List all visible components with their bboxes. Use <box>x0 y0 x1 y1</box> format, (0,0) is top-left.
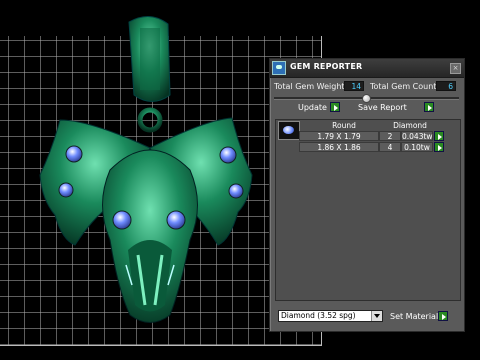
set-material-label: Set Material <box>390 312 439 321</box>
gem-weight: 0.10tw <box>401 142 433 152</box>
table-row[interactable]: 1.86 X 1.86 4 0.10tw <box>299 142 455 152</box>
save-report-button[interactable]: Save Report <box>358 102 436 113</box>
total-gem-weight-label: Total Gem Weight <box>274 82 345 91</box>
gem-size: 1.86 X 1.86 <box>299 142 379 152</box>
arrow-right-icon <box>438 311 448 321</box>
arrow-right-icon <box>434 131 444 141</box>
row-action-button[interactable] <box>434 131 444 142</box>
panel-title: GEM REPORTER <box>290 62 363 71</box>
arrow-right-icon <box>330 102 340 112</box>
gem-reporter-panel: GEM REPORTER × Total Gem Weight 14 Total… <box>269 58 465 332</box>
total-gem-count-label: Total Gem Count <box>370 82 437 91</box>
material-select[interactable]: Diamond (3.52 spg) <box>278 310 383 322</box>
dropdown-arrow-icon[interactable] <box>371 311 382 321</box>
panel-titlebar[interactable]: GEM REPORTER × <box>270 59 464 78</box>
material-select-value: Diamond (3.52 spg) <box>281 311 356 320</box>
gem-size: 1.79 X 1.79 <box>299 131 379 141</box>
column-header-shape: Round <box>332 121 356 130</box>
totals-row: Total Gem Weight 14 Total Gem Count 6 <box>270 81 464 93</box>
gem-count: 4 <box>379 142 401 152</box>
gem-count: 2 <box>379 131 401 141</box>
update-button[interactable]: Update <box>298 102 342 113</box>
total-gem-count-value: 6 <box>436 81 456 91</box>
arrow-right-icon <box>434 142 444 152</box>
gem-table: Round Diamond 1.79 X 1.79 2 0.043tw 1.86… <box>275 119 461 301</box>
update-label: Update <box>298 103 327 112</box>
close-icon[interactable]: × <box>450 63 461 74</box>
set-material-button[interactable]: Set Material <box>390 311 450 322</box>
gem-thumbnail-icon[interactable] <box>278 121 300 140</box>
table-row[interactable]: 1.79 X 1.79 2 0.043tw <box>299 131 455 141</box>
gem-weight: 0.043tw <box>401 131 433 141</box>
total-gem-weight-value: 14 <box>344 81 364 91</box>
save-report-label: Save Report <box>358 103 407 112</box>
column-header-material: Diamond <box>393 121 427 130</box>
row-action-button[interactable] <box>434 142 444 153</box>
arrow-right-icon <box>424 102 434 112</box>
app-icon <box>272 61 286 75</box>
